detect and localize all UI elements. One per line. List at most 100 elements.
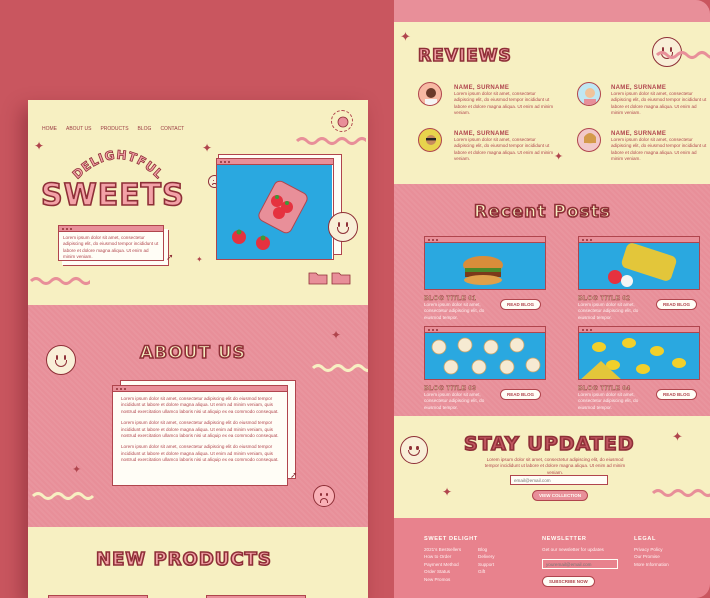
reviews-section: REVIEWS ✦ ✦ NAME, SURNAME Lorem ipsum do… bbox=[394, 22, 710, 184]
nav-home[interactable]: HOME bbox=[42, 126, 57, 132]
footer-link[interactable]: Payment Method bbox=[424, 561, 461, 568]
review-text: Lorem ipsum dolor sit amet, consectetur … bbox=[454, 91, 554, 116]
footer-link[interactable]: Gift bbox=[478, 568, 495, 575]
avatar bbox=[418, 128, 442, 152]
hero-kicker: DELIGHTFUL bbox=[69, 147, 165, 182]
footer-link[interactable]: Blog bbox=[478, 546, 495, 553]
footer-link[interactable]: Delivery bbox=[478, 553, 495, 560]
squiggle-decoration bbox=[656, 51, 710, 59]
post-image[interactable] bbox=[424, 326, 546, 380]
post-image[interactable] bbox=[578, 236, 700, 290]
cursor-icon: ➚ bbox=[166, 252, 174, 262]
left-page-mockup: HOME ABOUT US PRODUCTS BLOG CONTACT ✦ ✦ ✦ DE… bbox=[28, 100, 368, 598]
read-blog-button[interactable]: READ BLOG bbox=[500, 299, 541, 310]
view-collection-button[interactable]: VIEW COLLECTION bbox=[532, 490, 588, 501]
smiley-face-icon bbox=[400, 436, 428, 464]
squiggle-decoration bbox=[312, 364, 368, 372]
cake-logo-icon bbox=[337, 116, 349, 128]
star-icon: ✦ bbox=[400, 29, 411, 44]
svg-text:DELIGHTFUL: DELIGHTFUL bbox=[70, 148, 166, 182]
star-icon: ✦ bbox=[554, 151, 564, 163]
reviews-title: REVIEWS bbox=[417, 45, 512, 67]
candy-tin-image bbox=[217, 165, 332, 259]
hero-title: SWEETS bbox=[40, 177, 185, 214]
post-image[interactable] bbox=[578, 326, 700, 380]
footer-link[interactable]: Our Promise bbox=[634, 553, 669, 560]
folder-icons bbox=[308, 272, 351, 285]
squiggle-decoration bbox=[32, 492, 95, 500]
post-text: Lorem ipsum dolor sit amet, consectetur … bbox=[578, 302, 639, 320]
legal-links: Privacy Policy Our Promise More Informat… bbox=[634, 546, 669, 568]
star-icon: ✦ bbox=[442, 485, 453, 499]
nav-products[interactable]: PRODUCTS bbox=[100, 126, 128, 132]
footer-link[interactable]: Order Status bbox=[424, 568, 461, 575]
post-text: Lorem ipsum dolor sit amet, consectetur … bbox=[424, 392, 485, 410]
footer-brand: SWEET DELIGHT bbox=[424, 536, 478, 542]
post-image[interactable] bbox=[424, 236, 546, 290]
star-icon: ✦ bbox=[331, 328, 342, 342]
email-input[interactable] bbox=[510, 475, 608, 485]
footer-col2: Blog Delivery Support Gift bbox=[478, 546, 495, 576]
footer-col1: 2021's Bestsellers How to Order Payment … bbox=[424, 546, 461, 583]
star-icon: ✦ bbox=[202, 141, 213, 155]
newsletter-text: Get our newsletter for updates bbox=[542, 547, 604, 552]
about-paragraph: Lorem ipsum dolor sit amet, consectetur … bbox=[121, 396, 279, 414]
about-section: ABOUT US ✦ ✦ Lorem ipsum dolor sit amet,… bbox=[28, 305, 368, 527]
nav-about[interactable]: ABOUT US bbox=[66, 126, 91, 132]
squiggle-decoration bbox=[30, 277, 90, 285]
footer: SWEET DELIGHT 2021's Bestsellers How to … bbox=[394, 518, 710, 598]
about-text: Lorem ipsum dolor sit amet, consectetur … bbox=[113, 392, 287, 468]
star-icon: ✦ bbox=[34, 139, 45, 153]
footer-link[interactable]: More Information bbox=[634, 561, 669, 568]
hero-text-window: Lorem ipsum dolor sit amet, consectetur … bbox=[58, 225, 164, 261]
cursor-icon: ➚ bbox=[290, 470, 298, 480]
hero-section: HOME ABOUT US PRODUCTS BLOG CONTACT ✦ ✦ ✦ DE… bbox=[28, 100, 368, 305]
avatar bbox=[577, 82, 601, 106]
squiggle-decoration bbox=[296, 137, 366, 145]
blog-card: BLOG TITLE 01 Lorem ipsum dolor sit amet… bbox=[424, 236, 546, 321]
nav-blog[interactable]: BLOG bbox=[138, 126, 152, 132]
recent-posts-title: Recent Posts bbox=[473, 201, 611, 223]
about-paragraph: Lorem ipsum dolor sit amet, consectetur … bbox=[121, 420, 279, 439]
avatar bbox=[577, 128, 601, 152]
about-paragraph: Lorem ipsum dolor sit amet, consectetur … bbox=[121, 444, 279, 463]
newsletter-email-input[interactable] bbox=[542, 559, 618, 569]
newsletter-title: NEWSLETTER bbox=[542, 536, 587, 542]
products-section: NEW PRODUCTS bbox=[28, 527, 368, 598]
post-text: Lorem ipsum dolor sit amet, consectetur … bbox=[578, 392, 639, 410]
about-title: ABOUT US bbox=[139, 342, 246, 364]
nav-contact[interactable]: CONTACT bbox=[160, 126, 184, 132]
star-icon: ✦ bbox=[72, 464, 82, 476]
footer-link[interactable]: New Promos bbox=[424, 576, 461, 583]
read-blog-button[interactable]: READ BLOG bbox=[656, 389, 697, 400]
smiley-face-icon bbox=[46, 345, 76, 375]
review-text: Lorem ipsum dolor sit amet, consectetur … bbox=[611, 91, 707, 116]
stay-updated-section: STAY UPDATED Lorem ipsum dolor sit amet,… bbox=[394, 416, 710, 518]
about-text-window: Lorem ipsum dolor sit amet, consectetur … bbox=[112, 385, 288, 486]
footer-link[interactable]: 2021's Bestsellers bbox=[424, 546, 461, 553]
post-text: Lorem ipsum dolor sit amet, consectetur … bbox=[424, 302, 485, 320]
footer-link[interactable]: Privacy Policy bbox=[634, 546, 669, 553]
right-page-mockup: REVIEWS ✦ ✦ NAME, SURNAME Lorem ipsum do… bbox=[394, 0, 710, 598]
brand-logo[interactable] bbox=[331, 110, 353, 132]
read-blog-button[interactable]: READ BLOG bbox=[500, 389, 541, 400]
hero-text: Lorem ipsum dolor sit amet, consectetur … bbox=[63, 235, 159, 260]
star-icon: ✦ bbox=[196, 255, 203, 264]
stay-title: STAY UPDATED bbox=[463, 432, 635, 456]
footer-link[interactable]: How to Order bbox=[424, 553, 461, 560]
stay-text: Lorem ipsum dolor sit amet, consectetur … bbox=[484, 457, 626, 475]
squiggle-decoration bbox=[652, 489, 710, 497]
subscribe-button[interactable]: SUBSCRIBE NOW bbox=[542, 576, 595, 587]
top-nav: HOME ABOUT US PRODUCTS BLOG CONTACT bbox=[42, 117, 193, 135]
recent-posts-section: Recent Posts BLOG TITLE 01 Lorem ipsum d… bbox=[394, 184, 710, 416]
hero-image-window bbox=[216, 158, 334, 260]
smiley-face-icon bbox=[328, 212, 358, 242]
blog-card: BLOG TITLE 03 Lorem ipsum dolor sit amet… bbox=[424, 326, 546, 411]
footer-link[interactable]: Support bbox=[478, 561, 495, 568]
top-strip bbox=[394, 0, 710, 22]
read-blog-button[interactable]: READ BLOG bbox=[656, 299, 697, 310]
sad-face-icon bbox=[313, 485, 335, 507]
review-text: Lorem ipsum dolor sit amet, consectetur … bbox=[611, 137, 707, 162]
blog-card: BLOG TITLE 04 Lorem ipsum dolor sit amet… bbox=[578, 326, 700, 411]
products-title: NEW PRODUCTS bbox=[95, 548, 272, 571]
